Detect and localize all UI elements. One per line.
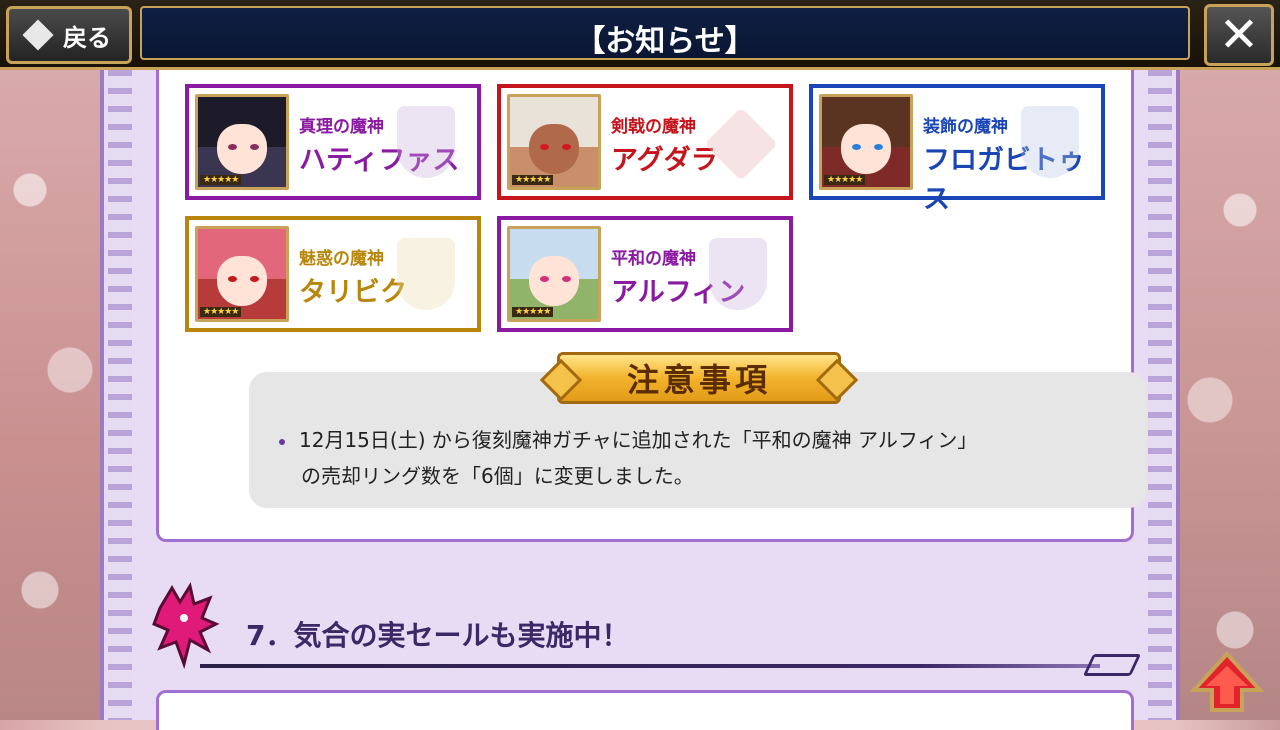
character-tile[interactable]: ★★★★★ 装飾の魔神 フロガビトゥス <box>809 84 1105 215</box>
dragon-icon <box>152 582 220 670</box>
character-portrait: ★★★★★ <box>507 94 601 190</box>
close-button[interactable]: ✕ <box>1204 4 1274 66</box>
character-tile[interactable]: ★★★★★ 魅惑の魔神 タリビク <box>185 216 481 332</box>
left-decor <box>0 70 110 720</box>
notice-banner: 注意事項 <box>557 352 841 404</box>
page-title: 【お知らせ】 <box>575 24 755 59</box>
character-title: 平和の魔神 <box>611 249 696 269</box>
character-tile[interactable]: ★★★★★ 真理の魔神 ハティファス <box>185 84 481 200</box>
rarity-stars: ★★★★★ <box>512 307 554 317</box>
character-name: アグダラ <box>611 145 718 176</box>
notice-card: ★★★★★ 真理の魔神 ハティファス ★★★★★ 剣戟の魔神 アグダラ ★★★★… <box>156 70 1147 542</box>
character-title: 装飾の魔神 <box>923 117 1008 137</box>
attribute-emblem-icon <box>1021 106 1079 178</box>
character-name: タリビク <box>299 277 407 308</box>
divider-ornament <box>1082 654 1142 676</box>
character-portrait: ★★★★★ <box>507 226 601 322</box>
rarity-stars: ★★★★★ <box>512 175 554 185</box>
character-tile[interactable]: ★★★★★ 剣戟の魔神 アグダラ <box>497 84 793 200</box>
section-title: 7．気合の実セールも実施中！ <box>246 619 630 652</box>
bullet-icon <box>279 438 285 445</box>
attribute-emblem-icon <box>397 106 455 178</box>
character-tile[interactable]: ★★★★★ 平和の魔神 アルフィン <box>497 216 793 332</box>
section-divider <box>200 664 1100 668</box>
rarity-stars: ★★★★★ <box>200 307 242 317</box>
attribute-emblem-icon <box>709 238 767 310</box>
notice-text: 12月15日(土) から復刻魔神ガチャに追加された「平和の魔神 アルフィン」 の… <box>279 422 1127 494</box>
character-title: 真理の魔神 <box>299 117 384 137</box>
next-card <box>156 690 1134 730</box>
notice-line: の売却リング数を「6個」に変更しました。 <box>301 464 694 488</box>
notice-line: 12月15日(土) から復刻魔神ガチャに追加された「平和の魔神 アルフィン」 <box>299 428 978 452</box>
close-icon: ✕ <box>1218 7 1260 63</box>
panel-rail-right <box>1148 70 1172 720</box>
character-portrait: ★★★★★ <box>195 94 289 190</box>
character-title: 剣戟の魔神 <box>611 117 696 137</box>
right-decor <box>1180 70 1280 720</box>
character-portrait: ★★★★★ <box>195 226 289 322</box>
back-label: 戻る <box>63 23 111 52</box>
back-button[interactable]: 戻る <box>6 6 132 64</box>
back-icon <box>22 19 54 51</box>
character-portrait: ★★★★★ <box>819 94 913 190</box>
rarity-stars: ★★★★★ <box>824 175 866 185</box>
character-title: 魅惑の魔神 <box>299 249 384 269</box>
title-bar: 【お知らせ】 <box>140 6 1190 60</box>
attribute-emblem-icon <box>397 238 455 310</box>
scroll-top-button[interactable] <box>1188 650 1266 714</box>
rarity-stars: ★★★★★ <box>200 175 242 185</box>
panel-rail-left <box>108 70 132 720</box>
header: 戻る 【お知らせ】 ✕ <box>0 0 1280 70</box>
